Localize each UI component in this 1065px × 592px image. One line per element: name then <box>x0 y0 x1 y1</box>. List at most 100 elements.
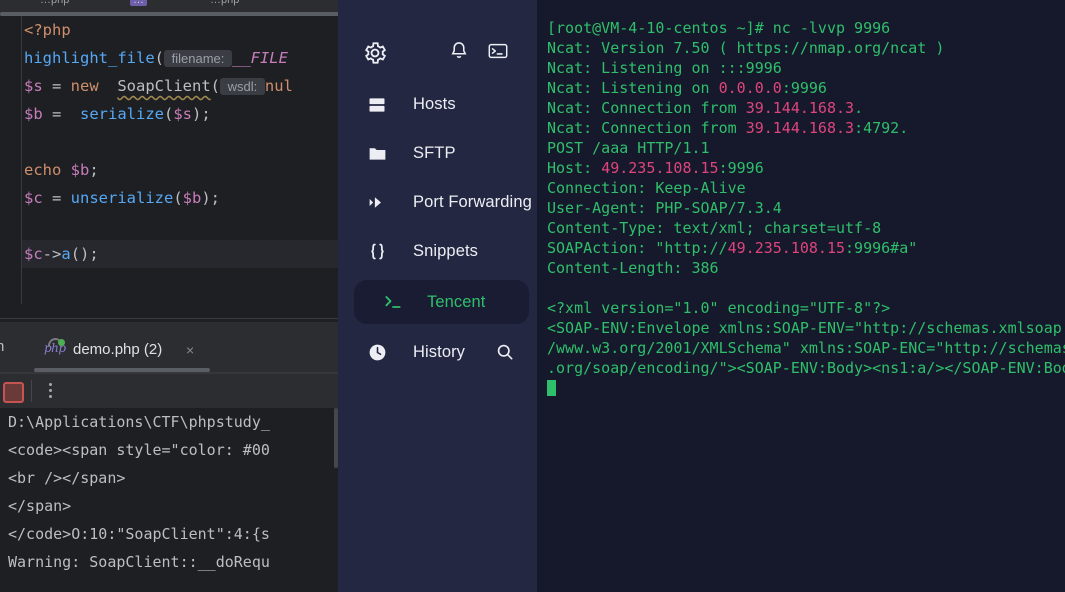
code-line[interactable]: echo $b; <box>22 156 338 184</box>
terminal-token: Content-Type: text/xml; charset=utf-8 <box>547 219 882 237</box>
terminal-icon[interactable] <box>486 40 512 66</box>
console-line: </span> <box>8 497 72 515</box>
terminal-token: Content-Length: 386 <box>547 259 719 277</box>
terminal-token: Ncat: Connection from <box>547 99 746 117</box>
code-token: serialize <box>80 105 164 123</box>
editor-gutter[interactable] <box>0 16 22 318</box>
terminal-line: <SOAP-ENV:Envelope xmlns:SOAP-ENV="http:… <box>547 318 1065 338</box>
terminal-token: POST /aaa HTTP/1.1 <box>547 139 710 157</box>
code-line[interactable]: $c->a(); <box>22 240 338 268</box>
code-token: ( <box>164 105 174 123</box>
terminal-line: User-Agent: PHP-SOAP/7.3.4 <box>547 198 1065 218</box>
code-token: (); <box>70 245 99 263</box>
sidebar-item-hosts[interactable]: Hosts <box>338 80 537 129</box>
editor-code-area[interactable]: <?php highlight_file( filename: __FILE $s … <box>22 16 338 318</box>
code-line[interactable]: <?php <box>22 16 338 44</box>
more-options-icon[interactable] <box>49 383 53 399</box>
code-line[interactable] <box>22 128 338 156</box>
terminal-line: Ncat: Connection from 39.144.168.3. <box>547 98 1065 118</box>
terminal-line: SOAPAction: "http://49.235.108.15:9996#a… <box>547 238 1065 258</box>
code-token: ); <box>201 189 221 207</box>
ssh-client-nav: Hosts SFTP Port Forwarding Snippets Tencent H… <box>338 80 537 377</box>
code-token: ); <box>192 105 211 123</box>
terminal-token: . <box>854 99 864 117</box>
code-token: $s <box>173 105 193 123</box>
sidebar-item-sftp[interactable]: SFTP <box>338 129 537 178</box>
terminal-token: 39.144.168.3 <box>745 119 855 137</box>
code-line[interactable] <box>22 212 338 240</box>
console-output[interactable]: D:\Applications\CTF\phpstudy_ <code><span… <box>0 408 338 592</box>
terminal-line: .org/soap/encoding/"><SOAP-ENV:Body><ns1… <box>547 358 1065 378</box>
sidebar-item-label: History <box>413 343 466 361</box>
run-status-dot-icon <box>58 339 65 346</box>
terminal-output[interactable]: [root@VM-4-10-centos ~]# nc -lvvp 9996 Nc… <box>547 18 1065 398</box>
terminal-token: [root@VM-4-10-centos ~]# nc -lvvp 9996 <box>547 19 891 37</box>
editor-tab-ghost-3[interactable]: …php <box>210 0 239 6</box>
console-line: D:\Applications\CTF\phpstudy_ <box>8 413 270 431</box>
terminal-token: 49.235.108.15 <box>727 239 846 257</box>
parameter-hint: filename: <box>164 50 232 67</box>
code-token: -> <box>42 245 62 263</box>
terminal-token: :4792. <box>854 119 909 137</box>
sidebar-item-tencent[interactable]: Tencent <box>354 280 529 324</box>
toolbar-divider <box>31 380 32 402</box>
terminal-token: Ncat: Version 7.50 ( https://nmap.org/nc… <box>547 39 945 57</box>
braces-icon <box>365 240 389 264</box>
sidebar-item-snippets[interactable]: Snippets <box>338 227 537 276</box>
ssh-client-toolbar <box>338 40 537 80</box>
code-token: $s <box>24 77 43 95</box>
ssh-client-panel: Hosts SFTP Port Forwarding Snippets Tencent H… <box>338 0 537 592</box>
terminal-token: :9996 <box>718 159 764 177</box>
run-tool-window: n php demo.php (2) × D:\Applications\CTF… <box>0 322 338 592</box>
code-token: unserialize <box>70 189 174 207</box>
code-token: __FILE <box>231 49 288 67</box>
terminal-line: Ncat: Listening on :::9996 <box>547 58 1065 78</box>
code-token: nul <box>264 77 293 95</box>
code-editor[interactable]: <?php highlight_file( filename: __FILE $s … <box>0 16 338 318</box>
code-token: = <box>42 105 80 123</box>
terminal-token: Host: <box>547 159 602 177</box>
clock-icon <box>365 341 389 365</box>
search-icon[interactable] <box>495 342 515 362</box>
editor-bottom-divider <box>0 318 338 319</box>
terminal-token: Ncat: Connection from <box>547 119 746 137</box>
code-token: $b <box>70 161 90 179</box>
editor-tab-ghost-1[interactable]: …php <box>40 0 69 6</box>
stop-button[interactable] <box>3 382 24 403</box>
code-line[interactable]: highlight_file( filename: __FILE <box>22 44 338 72</box>
sidebar-item-label: SFTP <box>413 144 456 162</box>
editor-tab-strip[interactable]: …php … …php <box>0 0 338 12</box>
code-line[interactable]: $s = new SoapClient( wsdl: nul <box>22 72 338 100</box>
gear-icon[interactable] <box>362 40 388 66</box>
code-token: ( <box>210 77 221 95</box>
tool-window-tab-ghost[interactable]: n <box>0 338 4 355</box>
code-token: $c <box>24 245 43 263</box>
tool-window-tab-demo-php[interactable]: php demo.php (2) <box>44 334 162 364</box>
tool-window-tab-bar[interactable]: n php demo.php (2) × <box>0 322 338 374</box>
terminal-token: :9996#a" <box>845 239 918 257</box>
code-token: echo <box>24 161 62 179</box>
terminal-token: 0.0.0.0 <box>718 79 782 97</box>
close-icon[interactable]: × <box>186 342 194 358</box>
code-token: ( <box>154 49 164 67</box>
sidebar-item-history[interactable]: History <box>338 328 537 377</box>
terminal-pane[interactable]: [root@VM-4-10-centos ~]# nc -lvvp 9996 Nc… <box>537 0 1065 592</box>
bell-icon[interactable] <box>448 40 474 66</box>
code-line[interactable]: $b = serialize($s); <box>22 100 338 128</box>
console-line: Warning: SoapClient::__doRequ <box>8 553 270 571</box>
editor-tab-ghost-2[interactable]: … <box>130 0 147 6</box>
terminal-line <box>547 378 1065 398</box>
code-token: = <box>42 77 71 95</box>
sidebar-item-label: Port Forwarding <box>413 193 532 211</box>
run-toolbar <box>0 374 338 408</box>
code-line[interactable]: $c = unserialize($b); <box>22 184 338 212</box>
code-token: $b <box>182 189 202 207</box>
terminal-cursor <box>547 380 556 396</box>
sidebar-item-port-forwarding[interactable]: Port Forwarding <box>338 178 537 227</box>
terminal-token: 39.144.168.3 <box>745 99 855 117</box>
terminal-token: Connection: Keep-Alive <box>547 179 746 197</box>
terminal-token: .org/soap/encoding/"><SOAP-ENV:Body><ns1… <box>547 359 1065 377</box>
terminal-token: 49.235.108.15 <box>601 159 719 177</box>
